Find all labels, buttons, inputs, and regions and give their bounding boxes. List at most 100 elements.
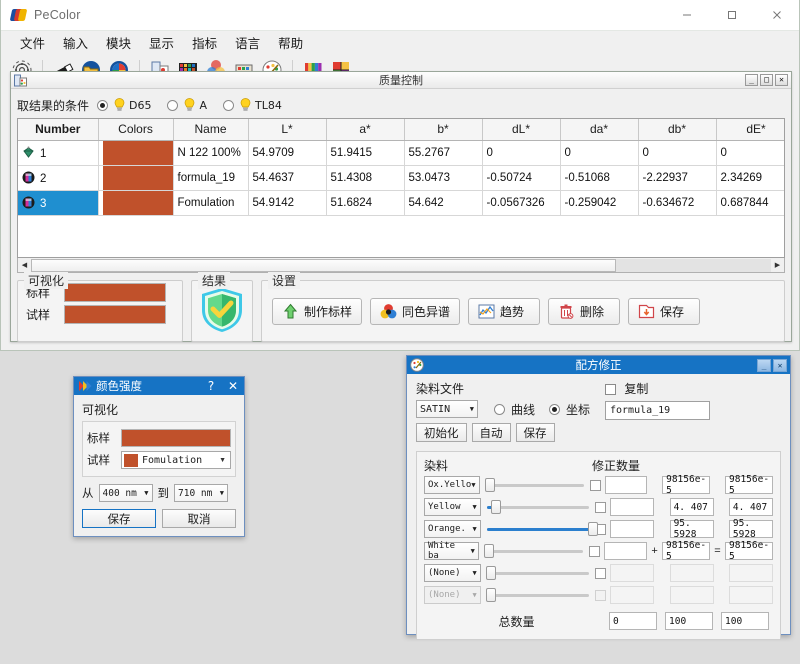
- dye-value-current[interactable]: [670, 564, 714, 582]
- chevron-down-icon[interactable]: ▼: [473, 525, 477, 533]
- from-wavelength-select[interactable]: 400 nm ▼: [99, 484, 153, 502]
- column-header-da[interactable]: da*: [560, 119, 638, 140]
- radio-curve[interactable]: [494, 404, 505, 415]
- dye-value-result[interactable]: [729, 564, 773, 582]
- radio-a[interactable]: [167, 100, 178, 111]
- chevron-down-icon[interactable]: ▼: [470, 405, 474, 413]
- delete-button[interactable]: 删除: [548, 298, 620, 325]
- dye-lock-checkbox[interactable]: [589, 546, 600, 557]
- illuminant-option-tl84[interactable]: TL84: [223, 98, 282, 112]
- dye-amount-field[interactable]: [604, 542, 647, 560]
- to-wavelength-select[interactable]: 710 nm ▼: [174, 484, 228, 502]
- chevron-down-icon[interactable]: ▼: [471, 481, 475, 489]
- total-value-current[interactable]: 100: [665, 612, 713, 630]
- dye-lock-checkbox[interactable]: [595, 502, 606, 513]
- radio-d65[interactable]: [97, 100, 108, 111]
- menu-item-input[interactable]: 输入: [54, 31, 97, 54]
- column-header-b[interactable]: b*: [404, 119, 482, 140]
- dye-select[interactable]: Ox.Yello▼: [424, 476, 480, 494]
- column-header-db[interactable]: db*: [638, 119, 716, 140]
- dye-amount-field[interactable]: [610, 564, 654, 582]
- make-standard-button[interactable]: 制作标样: [272, 298, 362, 325]
- menu-item-file[interactable]: 文件: [11, 31, 54, 54]
- initialize-button[interactable]: 初始化: [416, 423, 467, 442]
- total-value-result[interactable]: 100: [721, 612, 769, 630]
- formula-name-input[interactable]: formula_19: [605, 401, 710, 420]
- close-icon[interactable]: ✕: [775, 74, 788, 86]
- save-button[interactable]: 保存: [82, 509, 156, 528]
- save-button[interactable]: 保存: [628, 298, 700, 325]
- dye-select[interactable]: (None)▼: [424, 564, 481, 582]
- table-row[interactable]: 2 formula_19 54.4637 51.4308 53.0473 -0.…: [18, 165, 785, 190]
- dye-value-result[interactable]: 98156e-5: [725, 542, 773, 560]
- dye-value-current[interactable]: 98156e-5: [662, 542, 710, 560]
- dye-value-result[interactable]: 95. 5928: [729, 520, 773, 538]
- column-header-colors[interactable]: Colors: [98, 119, 173, 140]
- scroll-left-icon[interactable]: ◀: [18, 259, 31, 272]
- dye-slider[interactable]: [485, 564, 592, 582]
- dye-slider[interactable]: [485, 498, 592, 516]
- table-horizontal-scrollbar[interactable]: ◀ ▶: [17, 258, 785, 273]
- scrollbar-thumb[interactable]: [31, 259, 616, 272]
- dye-value-current[interactable]: 4. 407: [670, 498, 714, 516]
- dye-slider[interactable]: [485, 520, 592, 538]
- maximize-icon[interactable]: [709, 0, 754, 31]
- close-icon[interactable]: ✕: [773, 359, 787, 372]
- minimize-icon[interactable]: _: [757, 359, 771, 372]
- row-number-cell[interactable]: 2: [18, 165, 98, 190]
- auto-button[interactable]: 自动: [472, 423, 511, 442]
- menu-item-metrics[interactable]: 指标: [183, 31, 226, 54]
- dye-select[interactable]: Yellow▼: [424, 498, 481, 516]
- trend-button[interactable]: 趋势: [468, 298, 540, 325]
- menu-item-help[interactable]: 帮助: [269, 31, 312, 54]
- table-row[interactable]: 3 Fomulation 54.9142 51.6824 54.642 -0.0…: [18, 190, 785, 215]
- menu-item-display[interactable]: 显示: [140, 31, 183, 54]
- chevron-down-icon[interactable]: ▼: [219, 457, 228, 464]
- column-header-de[interactable]: dE*: [716, 119, 785, 140]
- illuminant-option-a[interactable]: A: [167, 98, 207, 112]
- dye-file-select[interactable]: SATIN ▼: [416, 400, 478, 418]
- cancel-button[interactable]: 取消: [162, 509, 236, 528]
- mode-option-curve[interactable]: 曲线: [494, 401, 535, 418]
- mode-option-coordinate[interactable]: 坐标: [549, 401, 590, 418]
- dye-select[interactable]: Orange.▼: [424, 520, 481, 538]
- copy-checkbox[interactable]: [605, 384, 616, 395]
- row-number-cell[interactable]: 3: [18, 190, 98, 215]
- close-icon[interactable]: ✕: [222, 379, 244, 393]
- help-icon[interactable]: ?: [200, 379, 222, 393]
- radio-coordinate[interactable]: [549, 404, 560, 415]
- dye-value-result[interactable]: 98156e-5: [725, 476, 773, 494]
- chevron-down-icon[interactable]: ▼: [471, 547, 475, 555]
- chevron-down-icon[interactable]: ▼: [473, 503, 477, 511]
- copy-checkbox-row[interactable]: 复制: [605, 380, 710, 397]
- dye-amount-field[interactable]: [610, 520, 654, 538]
- column-header-l[interactable]: L*: [248, 119, 326, 140]
- menu-item-language[interactable]: 语言: [226, 31, 269, 54]
- illuminant-option-d65[interactable]: D65: [97, 98, 151, 112]
- dye-value-current[interactable]: 98156e-5: [662, 476, 710, 494]
- row-number-cell[interactable]: 1: [18, 140, 98, 165]
- table-row[interactable]: 1 N 122 100% 54.9709 51.9415 55.2767 0 0…: [18, 140, 785, 165]
- chevron-down-icon[interactable]: ▼: [220, 489, 224, 497]
- dye-slider[interactable]: [483, 542, 585, 560]
- qc-results-table[interactable]: Number Colors Name L* a* b* dL* da* db* …: [17, 118, 785, 258]
- close-icon[interactable]: [754, 0, 799, 31]
- total-amount-field[interactable]: 0: [609, 612, 657, 630]
- trial-select[interactable]: Fomulation ▼: [121, 451, 231, 469]
- minimize-icon[interactable]: _: [745, 74, 758, 86]
- column-header-dl[interactable]: dL*: [482, 119, 560, 140]
- dye-value-current[interactable]: 95. 5928: [670, 520, 714, 538]
- minimize-icon[interactable]: [664, 0, 709, 31]
- dye-lock-checkbox[interactable]: [590, 480, 601, 491]
- dye-slider[interactable]: [484, 476, 586, 494]
- column-header-a[interactable]: a*: [326, 119, 404, 140]
- save-button[interactable]: 保存: [516, 423, 555, 442]
- metamerism-button[interactable]: 同色异谱: [370, 298, 460, 325]
- chevron-down-icon[interactable]: ▼: [144, 489, 148, 497]
- dye-value-result[interactable]: 4. 407: [729, 498, 773, 516]
- menu-item-module[interactable]: 模块: [97, 31, 140, 54]
- scrollbar-track[interactable]: [31, 259, 771, 272]
- dye-lock-checkbox[interactable]: [595, 568, 606, 579]
- radio-tl84[interactable]: [223, 100, 234, 111]
- dye-amount-field[interactable]: [610, 498, 654, 516]
